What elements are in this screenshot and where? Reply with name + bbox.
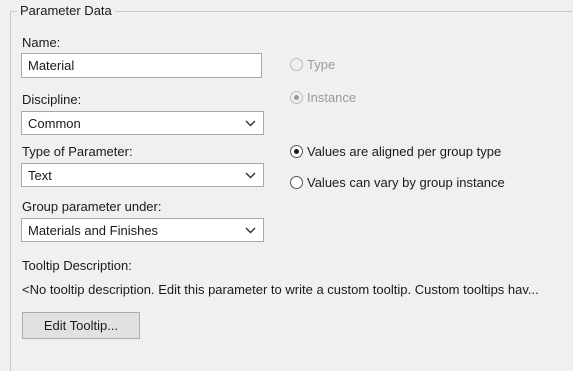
instance-radio-dot: [290, 91, 303, 104]
tooltip-description-label: Tooltip Description:: [22, 258, 132, 273]
instance-radio[interactable]: Instance: [290, 90, 356, 105]
type-radio-label: Type: [307, 57, 336, 72]
tooltip-description-text: <No tooltip description. Edit this param…: [22, 282, 539, 297]
chevron-down-icon: [245, 120, 256, 127]
discipline-label: Discipline:: [22, 92, 82, 107]
aligned-radio-label: Values are aligned per group type: [307, 144, 502, 159]
discipline-dropdown[interactable]: Common: [21, 111, 264, 135]
name-field[interactable]: Material: [21, 53, 262, 78]
group-parameter-under-label: Group parameter under:: [22, 199, 162, 214]
edit-tooltip-button[interactable]: Edit Tooltip...: [22, 312, 140, 339]
type-of-parameter-label: Type of Parameter:: [22, 144, 133, 159]
type-radio-dot: [290, 58, 303, 71]
group-parameter-under-dropdown[interactable]: Materials and Finishes: [21, 218, 264, 242]
name-label: Name:: [22, 35, 61, 50]
vary-radio-dot: [290, 176, 303, 189]
chevron-down-icon: [245, 227, 256, 234]
chevron-down-icon: [245, 172, 256, 179]
type-radio[interactable]: Type: [290, 57, 335, 72]
discipline-value: Common: [28, 116, 81, 131]
type-of-parameter-dropdown[interactable]: Text: [21, 163, 264, 187]
group-parameter-under-value: Materials and Finishes: [28, 223, 159, 238]
aligned-radio-dot: [290, 145, 303, 158]
aligned-per-group-type-radio[interactable]: Values are aligned per group type: [290, 144, 501, 159]
parameter-data-title: Parameter Data: [17, 3, 115, 18]
vary-radio-label: Values can vary by group instance: [307, 175, 505, 190]
instance-radio-label: Instance: [307, 90, 357, 105]
type-of-parameter-value: Text: [28, 168, 52, 183]
vary-by-group-instance-radio[interactable]: Values can vary by group instance: [290, 175, 505, 190]
